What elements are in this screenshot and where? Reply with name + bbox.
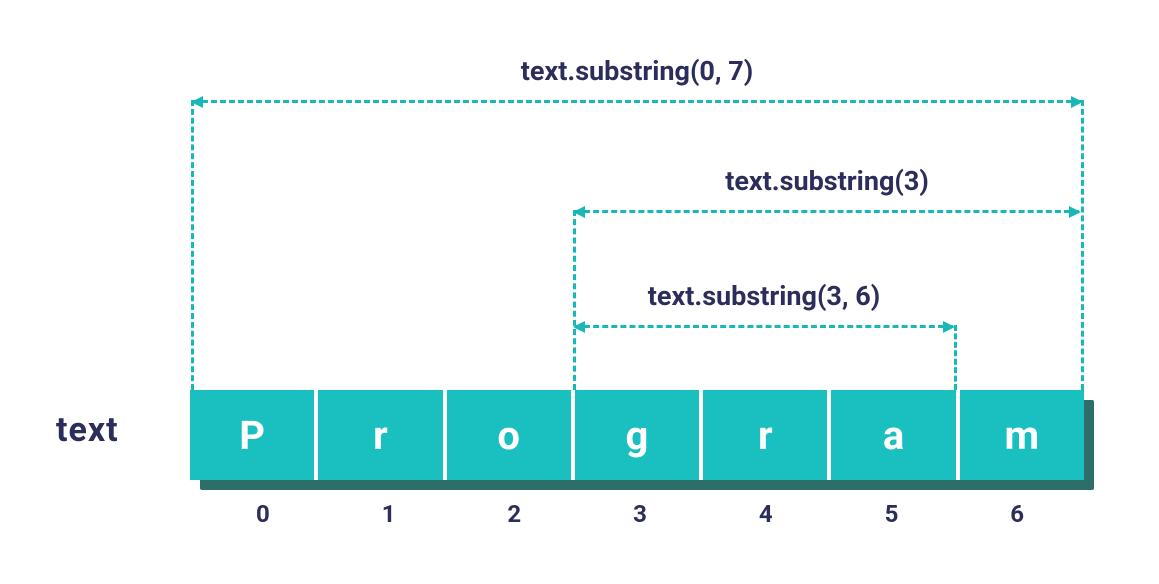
char-cell: r (703, 390, 831, 480)
index-label: 5 (829, 500, 955, 528)
range-drop-right-from3to6 (954, 325, 957, 390)
index-row: 0 1 2 3 4 5 6 (200, 500, 1080, 528)
range-drop-right-full (1081, 100, 1084, 390)
char-cell: g (575, 390, 703, 480)
index-label: 2 (451, 500, 577, 528)
char-cell: P (190, 390, 318, 480)
range-arrow-from3to6 (575, 325, 953, 328)
range-arrow-from3 (575, 210, 1079, 213)
char-cell: o (447, 390, 575, 480)
range-label-from3: text.substring(3) (572, 165, 1082, 197)
substring-diagram: text text.substring(0, 7) text.substring… (0, 0, 1159, 584)
variable-label: text (56, 410, 119, 450)
range-label-full: text.substring(0, 7) (190, 55, 1084, 87)
index-label: 4 (703, 500, 829, 528)
range-label-from3to6: text.substring(3, 6) (572, 280, 956, 312)
char-strip: P r o g r a m (190, 390, 1084, 480)
range-drop-left-full (191, 100, 194, 390)
range-arrow-full (193, 100, 1081, 103)
char-cell: a (831, 390, 959, 480)
char-cell: m (960, 390, 1084, 480)
index-label: 6 (954, 500, 1080, 528)
index-label: 0 (200, 500, 326, 528)
index-label: 3 (577, 500, 703, 528)
char-cell: r (318, 390, 446, 480)
index-label: 1 (326, 500, 452, 528)
